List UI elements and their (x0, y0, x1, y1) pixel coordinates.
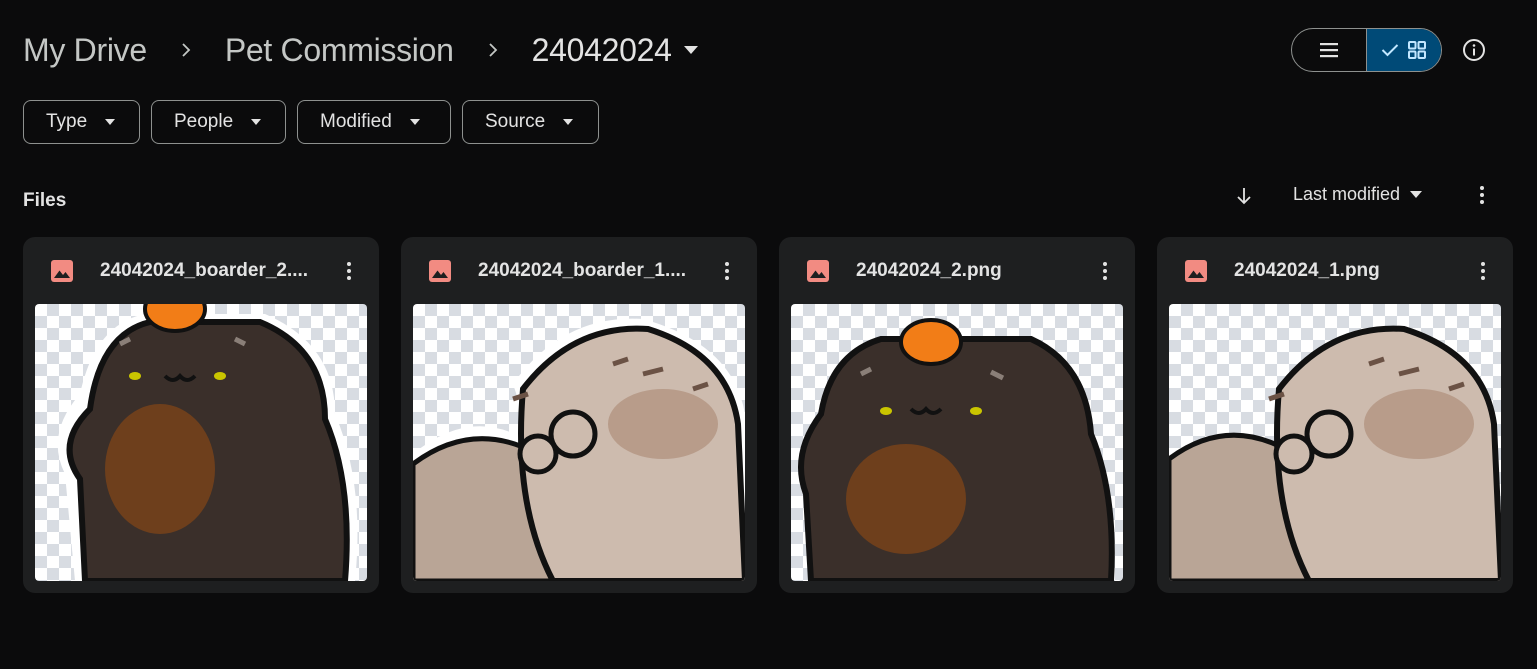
dark-cat-illustration (798, 318, 1115, 581)
filter-source-chip[interactable]: Source (462, 100, 599, 144)
file-name: 24042024_1.png (1234, 260, 1380, 281)
breadcrumb-current-folder[interactable]: 24042024 (532, 32, 698, 69)
file-name: 24042024_boarder_1.... (478, 260, 687, 281)
check-icon (1381, 44, 1399, 57)
breadcrumb-pet-commission[interactable]: Pet Commission (225, 32, 454, 69)
file-card[interactable]: 24042024_1.png (1157, 237, 1513, 593)
more-vert-icon (725, 262, 729, 280)
file-thumbnail (791, 304, 1123, 581)
filter-people-label: People (174, 111, 234, 132)
file-card[interactable]: 24042024_boarder_1.... (401, 237, 757, 593)
details-button[interactable] (1454, 30, 1494, 70)
dropdown-arrow-icon (1410, 191, 1423, 198)
breadcrumb-my-drive[interactable]: My Drive (23, 32, 147, 69)
sort-field-label: Last modified (1293, 184, 1401, 204)
file-more-button[interactable] (711, 255, 743, 287)
sort-field-dropdown[interactable]: Last modified (1293, 184, 1423, 205)
file-more-button[interactable] (333, 255, 365, 287)
more-actions-button[interactable] (1466, 179, 1498, 211)
file-card[interactable]: 24042024_2.png (779, 237, 1135, 593)
file-more-button[interactable] (1089, 255, 1121, 287)
filter-modified-label: Modified (320, 111, 392, 132)
chevron-right-icon (454, 42, 532, 58)
tabby-cat-illustration (1169, 325, 1501, 581)
dropdown-arrow-icon (563, 119, 574, 125)
chevron-right-icon (147, 42, 225, 58)
info-icon (1463, 39, 1485, 61)
file-thumbnail (413, 304, 745, 581)
filter-chips: Type People Modified Source (23, 100, 599, 144)
tabby-cat-illustration (413, 318, 745, 581)
file-more-button[interactable] (1467, 255, 1499, 287)
grid-view-button[interactable] (1367, 29, 1441, 71)
dark-cat-illustration (57, 304, 358, 581)
filter-type-label: Type (46, 111, 88, 132)
more-vert-icon (347, 262, 351, 280)
view-toggle (1291, 28, 1442, 72)
file-name: 24042024_2.png (856, 260, 1002, 281)
list-icon (1320, 43, 1338, 58)
filter-source-label: Source (485, 111, 546, 132)
file-grid: 24042024_boarder_2.... 24042024_boarder_… (23, 237, 1513, 593)
more-vert-icon (1480, 186, 1484, 204)
image-file-icon (429, 260, 451, 282)
grid-icon (1408, 41, 1426, 59)
sort-direction-button[interactable] (1228, 180, 1260, 212)
dropdown-arrow-icon (409, 119, 420, 125)
more-vert-icon (1481, 262, 1485, 280)
file-thumbnail (1169, 304, 1501, 581)
dropdown-arrow-icon (251, 119, 262, 125)
image-file-icon (51, 260, 73, 282)
breadcrumb: My Drive Pet Commission 24042024 (23, 28, 698, 72)
more-vert-icon (1103, 262, 1107, 280)
files-section-title: Files (23, 190, 67, 211)
filter-modified-chip[interactable]: Modified (297, 100, 451, 144)
filter-people-chip[interactable]: People (151, 100, 286, 144)
arrow-down-icon (1237, 188, 1251, 205)
list-view-button[interactable] (1292, 29, 1367, 71)
file-thumbnail (35, 304, 367, 581)
caret-down-icon (683, 46, 698, 54)
file-name: 24042024_boarder_2.... (100, 260, 309, 281)
image-file-icon (1185, 260, 1207, 282)
image-file-icon (807, 260, 829, 282)
dropdown-arrow-icon (105, 119, 116, 125)
file-card[interactable]: 24042024_boarder_2.... (23, 237, 379, 593)
filter-type-chip[interactable]: Type (23, 100, 140, 144)
current-folder-name: 24042024 (531, 31, 672, 68)
